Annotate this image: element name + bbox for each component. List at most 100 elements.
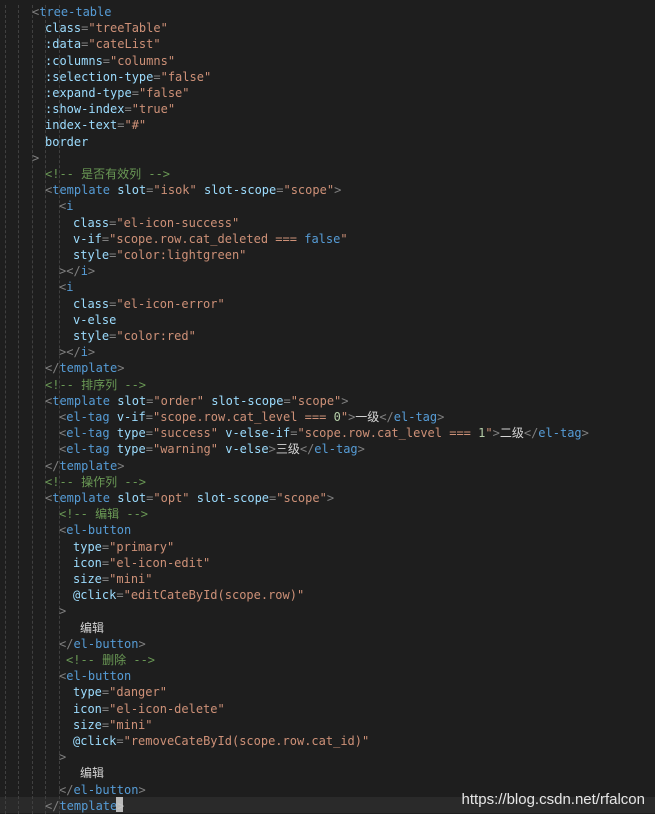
code-token: size [73,572,102,586]
code-line[interactable]: class="el-icon-error" [73,296,225,312]
code-token: "color:lightgreen" [116,248,247,262]
code-token: template [59,798,118,813]
code-line[interactable]: <!-- 排序列 --> [45,377,146,393]
code-token: > [117,361,125,376]
code-line[interactable]: </template> [45,360,124,376]
code-line[interactable]: <i [59,279,73,295]
code-token: "opt" [153,491,190,505]
code-token: "scope.row.cat_deleted === [109,231,305,246]
code-line[interactable]: </template> [45,458,124,474]
code-token: template [52,183,111,198]
code-line[interactable]: index-text="#" [45,117,146,133]
code-line[interactable]: ></i> [59,263,95,279]
code-line[interactable]: style="color:red" [73,328,196,344]
code-token: = [145,426,153,441]
code-line[interactable]: <el-tag type="warning" v-else>三级</el-tag… [59,441,365,457]
code-token: = [131,86,139,100]
code-line[interactable]: :expand-type="false" [45,85,190,101]
code-token: "order" [153,393,204,408]
code-token: el-tag [538,426,582,441]
code-line[interactable]: border [45,134,88,150]
code-line[interactable]: <!-- 操作列 --> [45,474,146,490]
code-token: "mini" [109,717,153,732]
code-token: style [73,329,110,343]
code-line[interactable]: icon="el-icon-delete" [73,701,225,717]
code-line[interactable]: > [32,150,39,166]
code-token: "success" [152,426,218,441]
code-line[interactable]: icon="el-icon-edit" [73,555,210,571]
code-line[interactable]: :data="cateList" [45,36,161,52]
code-line[interactable]: :selection-type="false" [45,69,211,85]
code-line[interactable]: <el-tag v-if="scope.row.cat_level === 0"… [59,409,444,425]
indent-guide [5,0,6,814]
code-line[interactable]: </el-button> [59,636,146,652]
code-token: > [59,604,67,619]
code-line[interactable]: <tree-table [32,4,111,20]
code-line[interactable]: class="treeTable" [45,20,168,36]
top-edge [0,0,655,4]
indent-guide [18,0,19,814]
code-token: i [66,280,74,295]
code-line[interactable]: <template slot="isok" slot-scope="scope"… [45,182,341,198]
code-line[interactable]: style="color:lightgreen" [73,247,246,263]
code-token: > [138,782,146,797]
code-token: <!-- 是否有效列 --> [45,167,171,181]
code-line[interactable]: class="el-icon-success" [73,215,239,231]
code-token: type [116,442,146,457]
code-token: el-tag [66,442,110,457]
code-line[interactable]: <!-- 删除 --> [66,652,155,668]
code-line[interactable]: <!-- 是否有效列 --> [45,166,170,182]
code-token: 0 [333,410,341,424]
code-token: "treeTable" [88,21,168,36]
code-token: false [304,231,341,246]
code-line[interactable]: > [59,603,66,619]
code-line[interactable]: <el-button [59,668,131,684]
code-token: :data [45,37,82,52]
code-line[interactable]: type="primary" [73,539,174,555]
code-token: el-tag [66,410,110,424]
code-token: > [87,264,96,279]
code-line[interactable]: 编辑 [80,620,104,636]
code-line[interactable]: :show-index="true" [45,101,175,117]
code-editor[interactable]: <tree-table class="treeTable":data="cateL… [0,0,655,814]
code-line[interactable]: > [59,749,66,765]
code-token: slot [117,491,147,505]
code-token: "primary" [109,539,175,554]
code-line[interactable]: :columns="columns" [45,53,175,69]
code-line[interactable]: </template> [45,798,124,814]
code-line[interactable]: v-else [73,312,116,328]
code-line[interactable]: @click="editCateById(scope.row)" [73,587,304,603]
code-line[interactable]: size="mini" [73,717,153,733]
code-line[interactable]: </el-button> [59,782,146,798]
code-token: 编辑 [80,766,105,781]
code-token: tree-table [39,5,112,19]
code-line[interactable]: type="danger" [73,684,167,700]
code-token: "true" [131,102,176,117]
code-token: size [73,717,102,732]
code-line[interactable]: @click="removeCateById(scope.row.cat_id)… [73,733,369,749]
code-line[interactable]: <!-- 编辑 --> [59,506,148,522]
code-line[interactable]: ></i> [59,344,95,360]
code-token: style [73,248,110,262]
code-line[interactable]: <el-tag type="success" v-else-if="scope.… [59,425,589,441]
code-token: > [87,345,96,360]
code-token: v-if [116,410,146,424]
code-line[interactable]: <template slot="opt" slot-scope="scope"> [45,490,334,506]
code-line[interactable]: size="mini" [73,571,153,587]
code-token: " [340,231,348,246]
code-token: el-tag [66,426,110,441]
code-token: = [124,102,132,117]
code-token: el-tag [314,442,358,457]
code-token: <!-- 排序列 --> [45,377,147,392]
code-line[interactable]: <i [59,198,73,214]
code-token: "el-icon-error" [116,296,225,311]
code-line[interactable]: v-if="scope.row.cat_deleted === false" [73,231,348,247]
code-token: = [102,53,111,68]
code-line[interactable]: <template slot="order" slot-scope="scope… [45,393,349,409]
code-token: </ [45,361,60,376]
code-line[interactable]: <el-button [59,522,131,538]
code-line[interactable]: 编辑 [80,765,104,781]
indent-guide [32,0,33,814]
code-token: class [73,215,110,230]
